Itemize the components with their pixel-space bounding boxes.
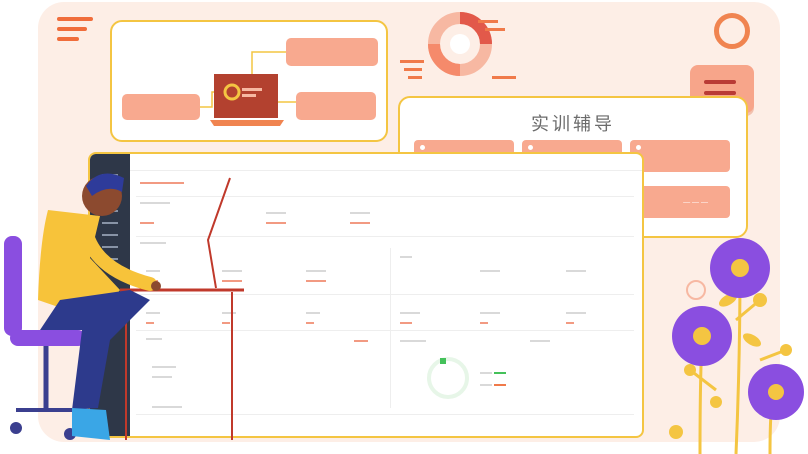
tutor-tile[interactable]: — — — xyxy=(630,186,730,218)
laptop-icon xyxy=(210,74,284,128)
menu-icon xyxy=(57,17,93,47)
illustration: 实训辅导 — — — xyxy=(0,0,808,454)
tutor-tile[interactable] xyxy=(630,140,730,172)
donut-chart-icon xyxy=(400,10,520,82)
person-illustration xyxy=(0,150,250,450)
status-indicator xyxy=(440,358,446,364)
tile-text: — — — xyxy=(683,199,708,206)
progress-ring xyxy=(427,357,469,399)
flower-decoration xyxy=(640,230,808,454)
ring-icon xyxy=(714,13,750,49)
tutor-panel-title: 实训辅导 xyxy=(531,114,615,134)
